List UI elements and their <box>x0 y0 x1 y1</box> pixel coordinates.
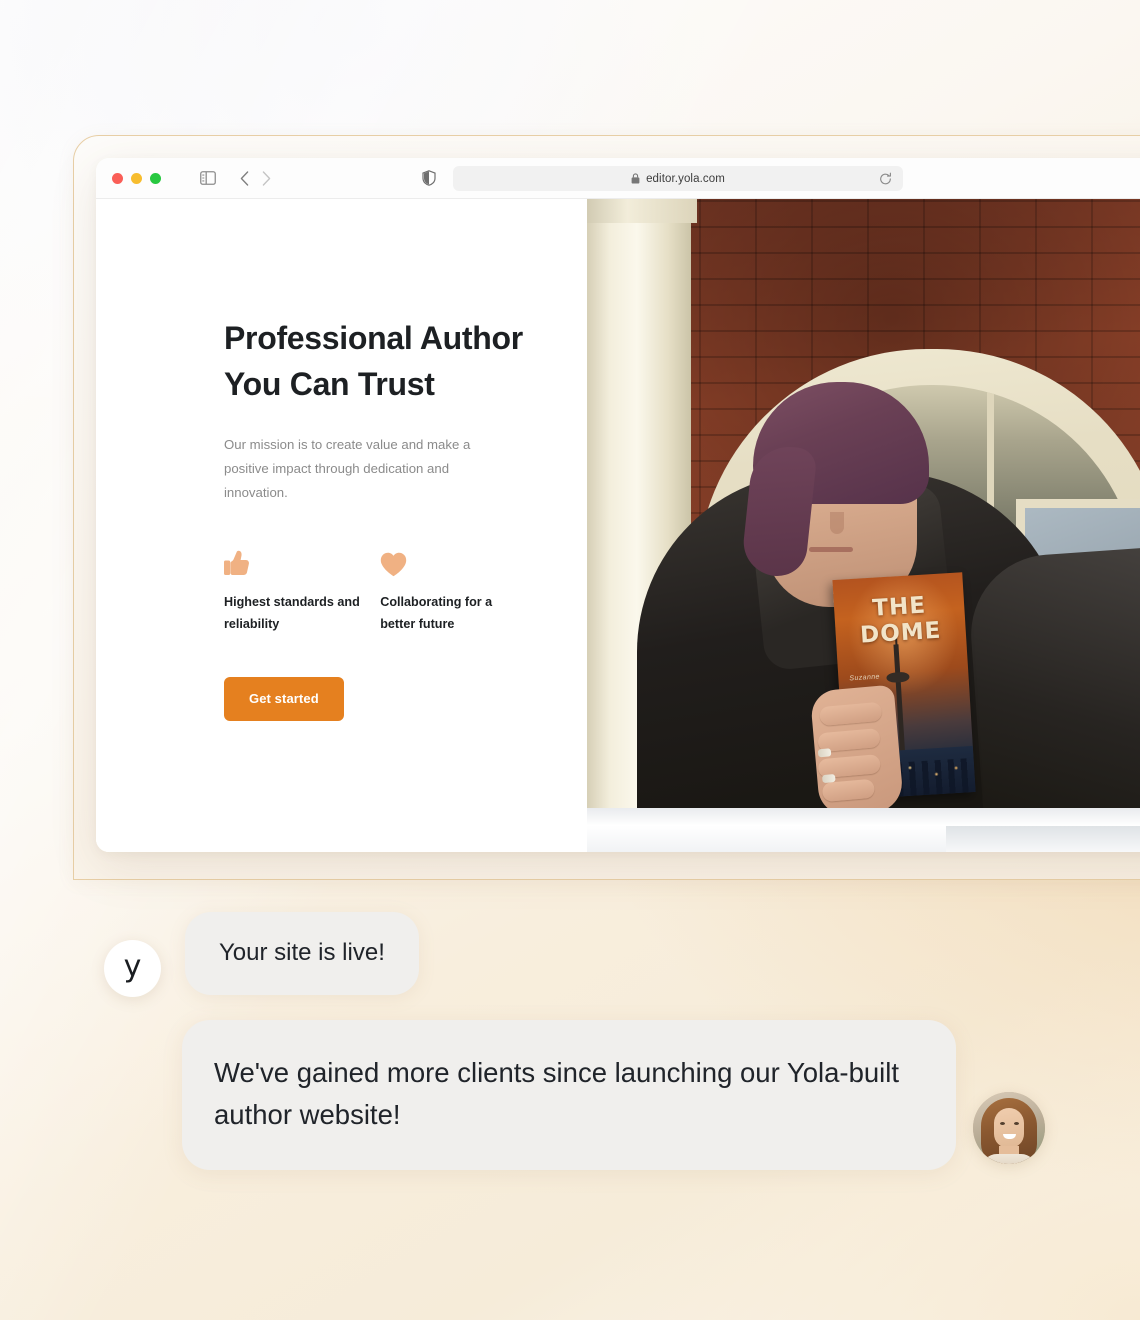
feature-label: Highest standards and reliability <box>224 595 360 631</box>
window-controls[interactable] <box>112 172 161 184</box>
hero-text-column: Professional Author You Can Trust Our mi… <box>96 199 587 852</box>
address-bar-url: editor.yola.com <box>646 172 725 185</box>
author-arm <box>965 544 1140 852</box>
yola-avatar: y <box>104 940 161 997</box>
chevron-right-icon[interactable] <box>262 170 271 186</box>
website-preview: Professional Author You Can Trust Our mi… <box>96 199 1140 852</box>
chat-bubble-testimonial-text: We've gained more clients since launchin… <box>214 1057 900 1130</box>
lock-icon <box>631 173 640 184</box>
feature-item-standards: Highest standards and reliability <box>224 549 380 635</box>
author-nose <box>830 512 844 534</box>
thumbs-up-icon <box>224 549 380 577</box>
book-title: THE DOME <box>859 592 943 649</box>
feature-list: Highest standards and reliability Collab… <box>224 549 524 635</box>
yola-logo-icon: y <box>123 948 142 984</box>
porch-ledge-side <box>946 826 1140 852</box>
get-started-button[interactable]: Get started <box>224 677 344 722</box>
heart-icon <box>380 549 524 577</box>
hero-subtitle: Our mission is to create value and make … <box>224 437 471 500</box>
author-mouth <box>809 547 853 552</box>
close-window-button[interactable] <box>112 172 123 184</box>
maximize-window-button[interactable] <box>150 172 161 184</box>
reload-icon[interactable] <box>879 172 892 185</box>
address-bar[interactable]: editor.yola.com <box>453 166 903 191</box>
chat-bubble-status-text: Your site is live! <box>219 939 385 966</box>
author-hand <box>809 684 905 818</box>
hero-photo: THE DOME Suzanne <box>587 199 1140 852</box>
privacy-shield-icon[interactable] <box>422 170 436 186</box>
chat-bubble-status: Your site is live! <box>185 912 419 995</box>
minimize-window-button[interactable] <box>131 172 142 184</box>
chat-bubble-testimonial: We've gained more clients since launchin… <box>182 1020 956 1170</box>
feature-label: Collaborating for a better future <box>380 595 493 631</box>
client-avatar <box>973 1092 1045 1164</box>
chat-message-yola: y Your site is live! <box>104 912 419 997</box>
page-title: Professional Author You Can Trust <box>224 320 523 402</box>
chevron-left-icon[interactable] <box>240 170 249 186</box>
sidebar-toggle-icon[interactable] <box>200 171 216 185</box>
browser-window: editor.yola.com Professional Author You … <box>96 158 1140 852</box>
browser-toolbar: editor.yola.com <box>96 158 1140 199</box>
feature-item-collaboration: Collaborating for a better future <box>380 549 524 635</box>
